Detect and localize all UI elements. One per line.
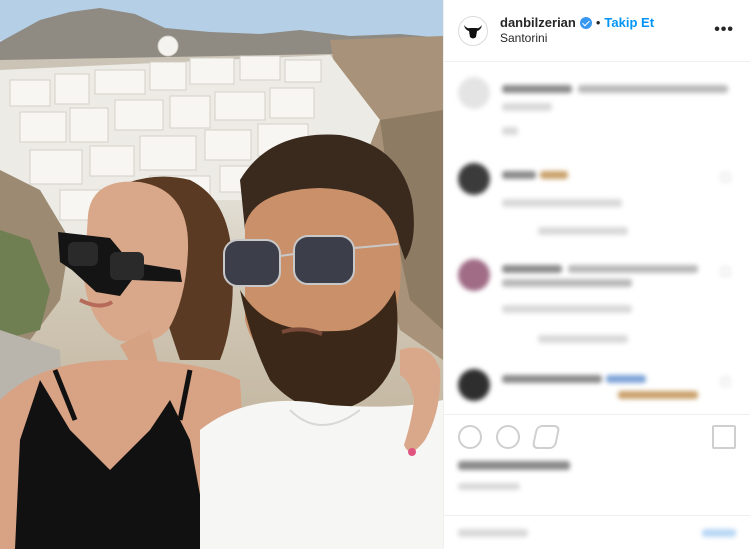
comment-emoji xyxy=(606,375,646,383)
separator-dot: • xyxy=(595,14,601,30)
more-options-icon[interactable]: ••• xyxy=(714,22,734,38)
add-comment-bar xyxy=(444,515,750,549)
comment-like-icon[interactable] xyxy=(721,377,730,386)
comment-like-icon[interactable] xyxy=(721,173,730,182)
comment-emoji xyxy=(540,171,568,179)
add-comment-input[interactable] xyxy=(458,529,528,537)
comment-username xyxy=(502,171,536,179)
comment-text xyxy=(502,279,632,287)
comment-avatar[interactable] xyxy=(458,369,490,401)
comment-avatar[interactable] xyxy=(458,77,490,109)
header-text: danbilzerian • Takip Et Santorini xyxy=(500,15,654,46)
username-link[interactable]: danbilzerian xyxy=(500,15,576,31)
likes-count[interactable] xyxy=(458,461,570,470)
verified-badge-icon xyxy=(579,17,592,29)
location-link[interactable]: Santorini xyxy=(500,31,654,46)
comment-text xyxy=(568,265,698,273)
comment-username xyxy=(502,85,572,93)
caption-item xyxy=(458,77,736,135)
bull-skull-icon xyxy=(464,24,482,38)
follow-button[interactable]: Takip Et xyxy=(604,15,654,31)
post-photo[interactable] xyxy=(0,0,443,549)
comment-item xyxy=(458,369,736,409)
photo-scene xyxy=(0,0,443,549)
comment-avatar[interactable] xyxy=(458,259,490,291)
comment-username xyxy=(502,375,602,383)
comment-item xyxy=(458,259,736,349)
comment-icon[interactable] xyxy=(496,425,520,449)
comment-like-icon[interactable] xyxy=(721,267,730,276)
comment-avatar[interactable] xyxy=(458,163,490,195)
post-header: danbilzerian • Takip Et Santorini ••• xyxy=(444,0,750,62)
view-replies[interactable] xyxy=(538,227,628,235)
view-replies[interactable] xyxy=(538,335,628,343)
comment-meta xyxy=(502,305,632,313)
comment-emoji xyxy=(618,391,698,399)
comment-text xyxy=(502,103,552,111)
comment-text xyxy=(578,85,728,93)
comment-item xyxy=(458,163,736,243)
comment-time xyxy=(502,127,518,135)
comment-username xyxy=(502,265,562,273)
heart-icon[interactable] xyxy=(458,425,482,449)
post-timestamp xyxy=(458,483,520,490)
comments-list[interactable] xyxy=(444,63,750,413)
profile-avatar[interactable] xyxy=(458,15,488,46)
post-comment-button[interactable] xyxy=(702,529,736,537)
share-icon[interactable] xyxy=(531,425,561,449)
header-row: danbilzerian • Takip Et xyxy=(500,15,654,31)
comment-meta xyxy=(502,199,622,207)
post-side-panel: danbilzerian • Takip Et Santorini ••• xyxy=(443,0,750,549)
post-actions xyxy=(444,414,750,549)
bookmark-icon[interactable] xyxy=(712,425,736,449)
